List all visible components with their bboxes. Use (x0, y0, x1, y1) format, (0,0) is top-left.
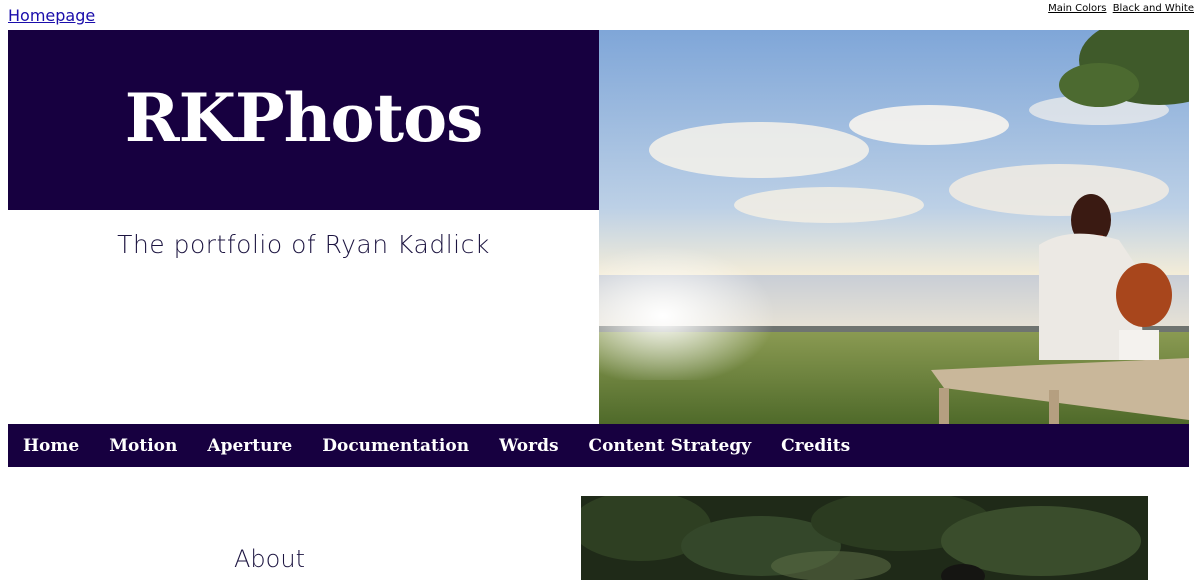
site-banner: RKPhotos (8, 30, 599, 210)
nav-item-credits[interactable]: Credits (766, 436, 865, 456)
nav-item-documentation[interactable]: Documentation (307, 436, 484, 456)
page: Homepage Main Colors Black and White RKP… (0, 0, 1197, 580)
nav-item-content-strategy[interactable]: Content Strategy (574, 436, 767, 456)
homepage-link[interactable]: Homepage (8, 6, 95, 25)
nav-item-motion[interactable]: Motion (94, 436, 192, 456)
about-heading: About (234, 545, 305, 573)
main-colors-link[interactable]: Main Colors (1048, 3, 1106, 14)
hero-photo (599, 30, 1189, 424)
about-photo (581, 496, 1148, 580)
site-tagline: The portfolio of Ryan Kadlick (117, 230, 490, 259)
theme-switcher: Main Colors Black and White (1045, 3, 1194, 14)
nav-item-aperture[interactable]: Aperture (192, 436, 307, 456)
black-and-white-link[interactable]: Black and White (1113, 3, 1194, 14)
nav-item-home[interactable]: Home (8, 436, 94, 456)
nav-item-words[interactable]: Words (484, 436, 573, 456)
site-title: RKPhotos (124, 79, 484, 157)
main-nav: Home Motion Aperture Documentation Words… (8, 424, 1189, 467)
